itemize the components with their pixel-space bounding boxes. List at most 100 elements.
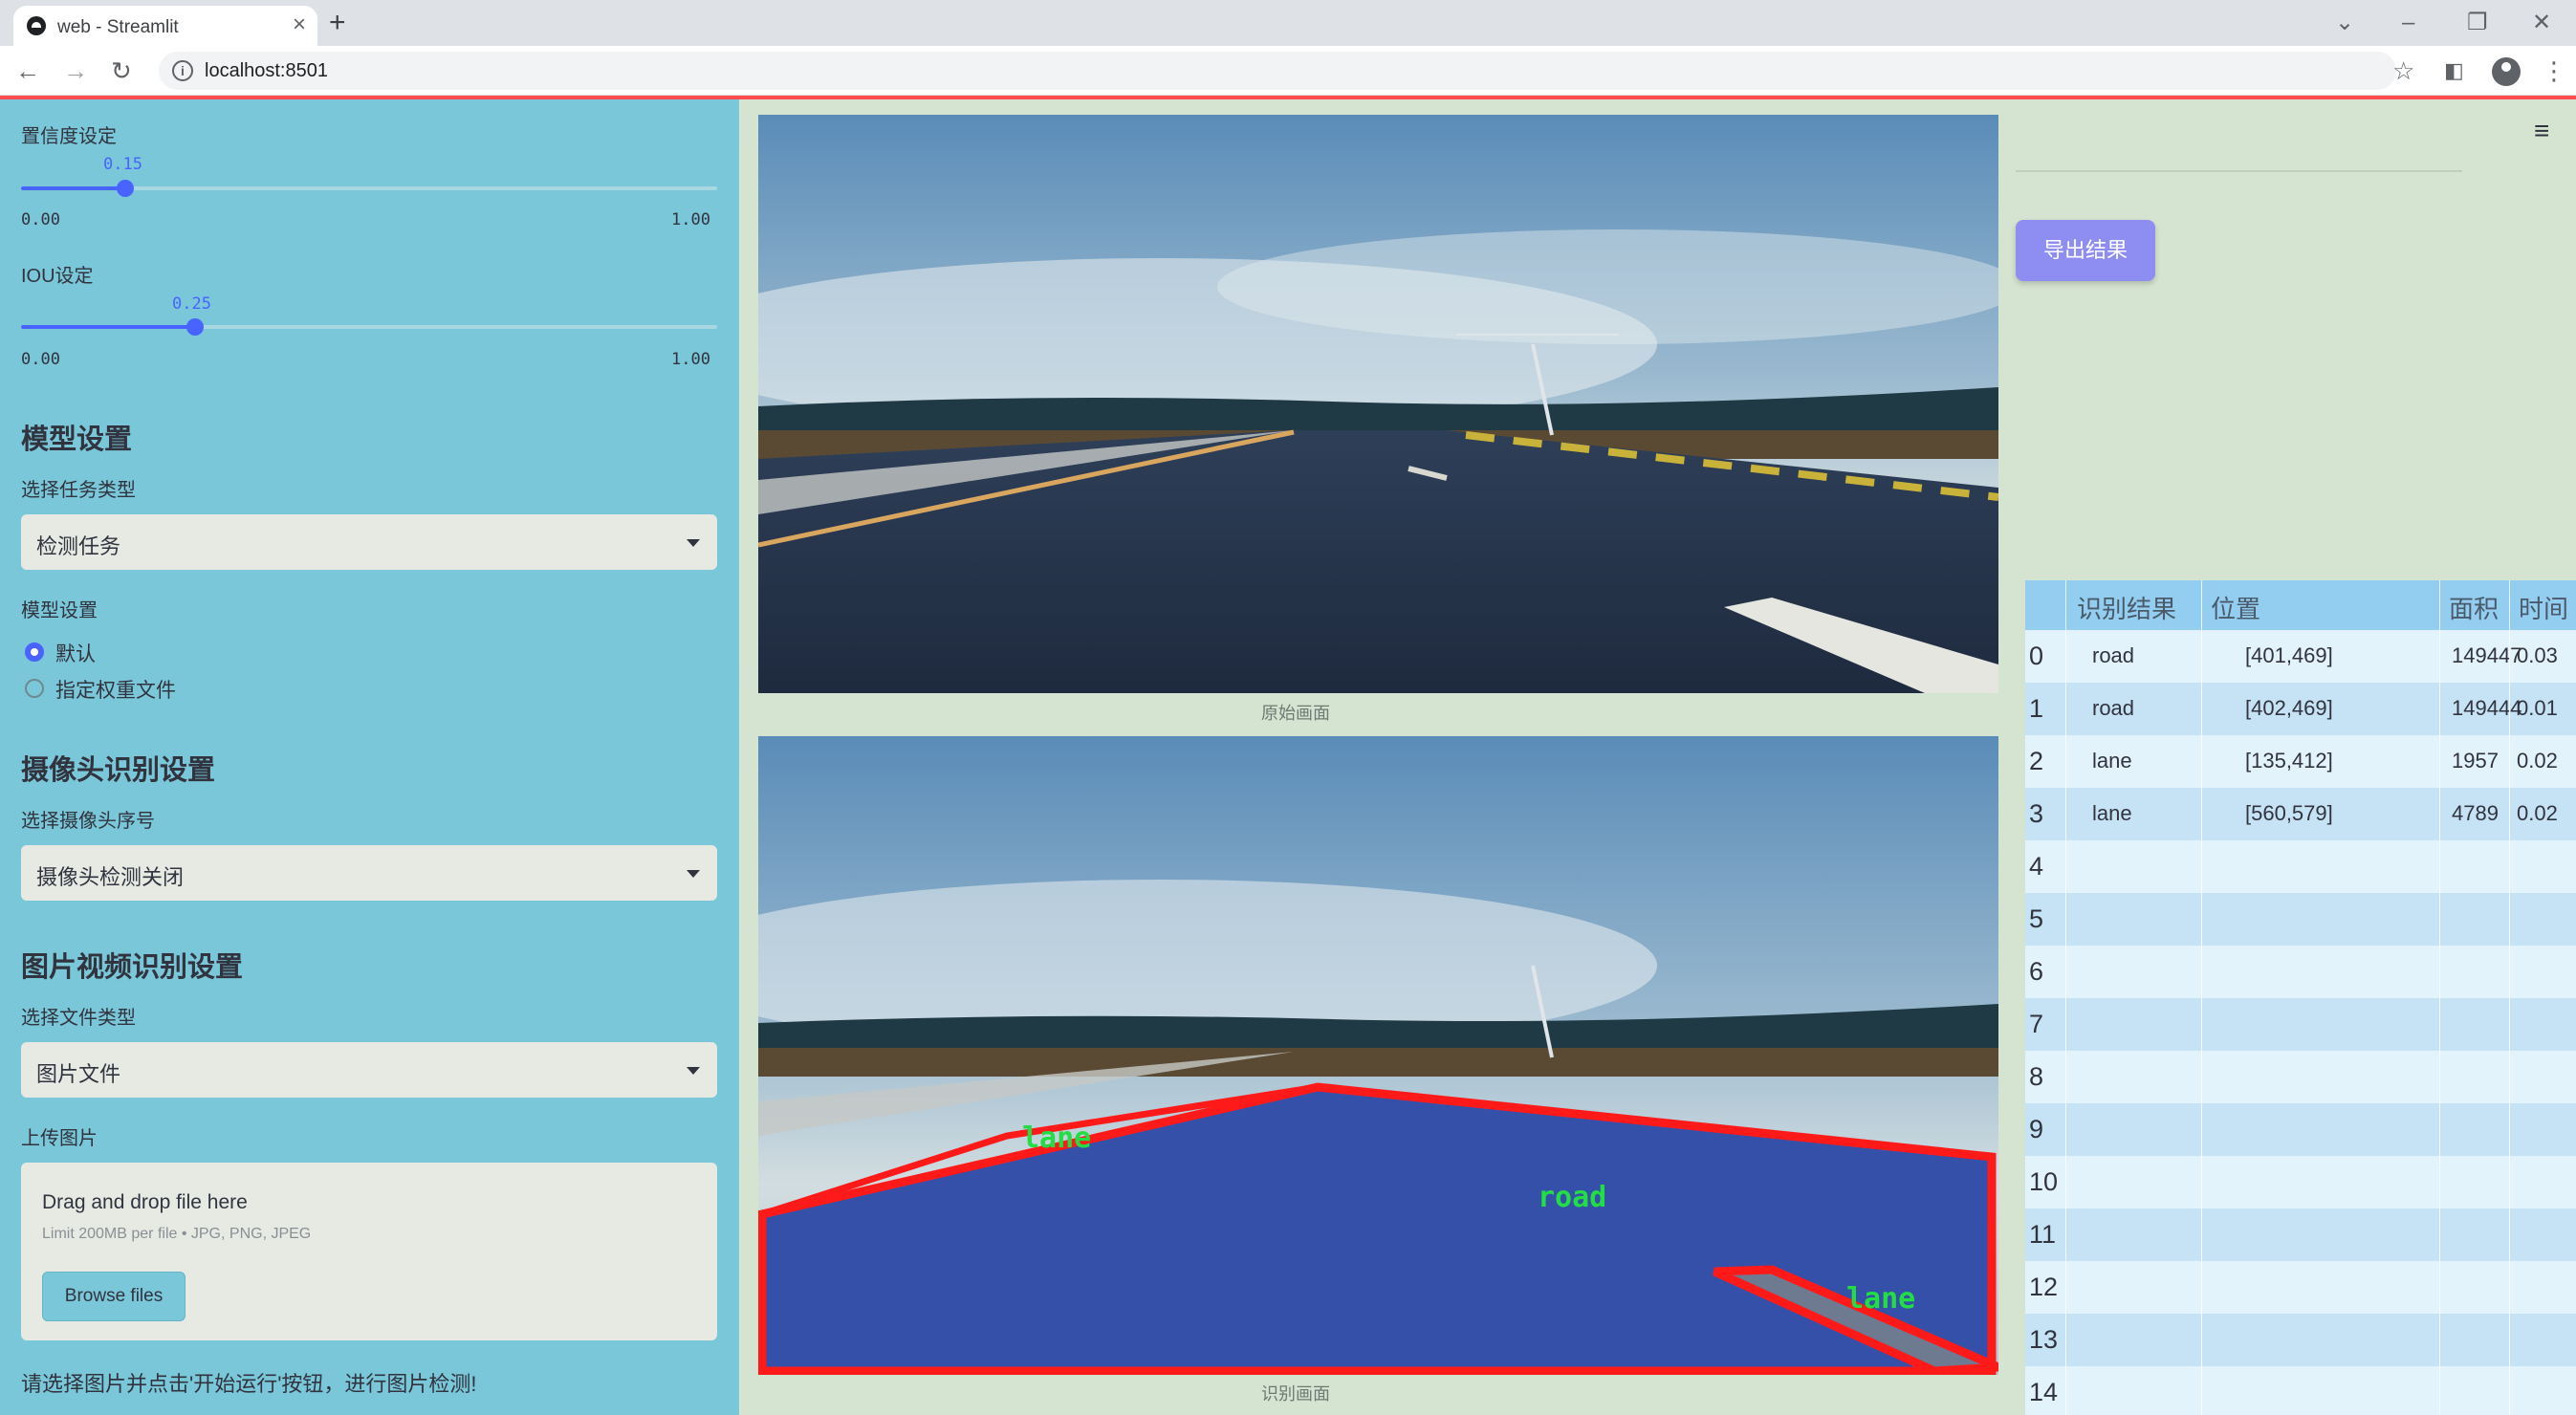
table-row[interactable]: 6 [2025,946,2576,998]
model-section-title: 模型设置 [21,424,133,455]
close-tab-icon[interactable]: × [293,11,306,38]
table-row[interactable]: 10 [2025,1156,2576,1208]
row-index: 10 [2029,1167,2059,1196]
detected-road-scene: lane road lane [758,736,1998,1375]
table-row[interactable]: 3 lane [560,579] 4789 0.02 [2025,788,2576,840]
column-divider [2065,580,2066,1415]
confidence-value: 0.15 [103,155,142,174]
table-row[interactable]: 8 [2025,1051,2576,1103]
table-row[interactable]: 2 lane [135,412] 1957 0.02 [2025,735,2576,788]
table-row[interactable]: 5 [2025,893,2576,946]
browser-tab[interactable]: web - Streamlit × [13,6,317,46]
hamburger-menu-icon[interactable]: ≡ [2534,117,2549,145]
divider [2016,170,2462,172]
browser-tab-bar: web - Streamlit × + ⌄ – ❐ ✕ [0,0,2576,46]
model-settings-label: 模型设置 [21,600,98,621]
row-index: 14 [2029,1378,2059,1406]
browser-toolbar: ← → ↻ i localhost:8501 ☆ ◧ ⋮ [0,46,2576,96]
camera-index-label: 选择摄像头序号 [21,811,155,832]
table-row[interactable]: 0 road [401,469] 149447 0.03 [2025,630,2576,683]
table-row[interactable]: 14 [2025,1366,2576,1415]
new-tab-icon[interactable]: + [329,6,346,40]
column-divider [2509,580,2510,1415]
cell-result: lane [2092,749,2132,773]
results-table[interactable]: 识别结果 位置 面积 时间 0 road [401,469] 149447 0.03 1 r… [2025,580,2576,1415]
confidence-slider-fill [21,186,126,190]
radio-default[interactable] [25,642,44,662]
cell-position: [401,469] [2245,643,2333,667]
row-index: 0 [2029,642,2044,670]
browse-files-button[interactable]: Browse files [42,1272,186,1321]
profile-avatar-icon[interactable] [2492,57,2521,86]
browser-menu-icon[interactable]: ⋮ [2542,54,2566,88]
file-dropzone[interactable]: Drag and drop file here Limit 200MB per … [21,1163,717,1340]
table-row[interactable]: 4 [2025,840,2576,893]
radio-custom-weights-label[interactable]: 指定权重文件 [55,675,176,704]
table-row[interactable]: 12 [2025,1261,2576,1314]
row-index: 12 [2029,1273,2059,1301]
iou-slider[interactable] [21,318,717,336]
bookmark-star-icon[interactable]: ☆ [2392,54,2414,88]
camera-index-select[interactable]: 摄像头检测关闭 [21,845,717,901]
detected-image-caption: 识别画面 [1261,1384,1330,1404]
detection-label-lane-2: lane [1846,1282,1915,1316]
sidebar: 置信度设定 0.15 0.00 1.00 IOU设定 0.25 0.00 1.0… [0,99,739,1415]
table-row[interactable]: 11 [2025,1208,2576,1261]
table-row[interactable]: 13 [2025,1314,2576,1366]
file-type-value: 图片文件 [36,1062,121,1086]
row-index: 7 [2029,1010,2044,1038]
upload-label: 上传图片 [21,1128,98,1149]
export-results-button[interactable]: 导出结果 [2016,220,2155,281]
tab-search-chevron-icon[interactable]: ⌄ [2335,6,2354,40]
table-row[interactable]: 1 road [402,469] 149444 0.01 [2025,683,2576,735]
radio-custom-weights[interactable] [25,679,44,698]
chevron-down-icon [687,1067,700,1075]
original-image-caption: 原始画面 [1261,704,1330,723]
forward-icon[interactable]: → [63,54,88,88]
address-bar[interactable]: i localhost:8501 [159,52,2396,90]
radio-default-label[interactable]: 默认 [55,639,96,667]
detection-label-lane-1: lane [1022,1121,1091,1155]
file-type-label: 选择文件类型 [21,1008,136,1029]
original-road-scene [758,115,1998,693]
side-panel-icon[interactable]: ◧ [2444,54,2464,88]
column-header-result[interactable]: 识别结果 [2077,590,2176,625]
table-header: 识别结果 位置 面积 时间 [2025,580,2576,630]
close-window-icon[interactable]: ✕ [2532,6,2551,40]
cell-result: road [2092,696,2135,720]
row-index: 13 [2029,1325,2059,1354]
row-index: 6 [2029,957,2044,986]
iou-value: 0.25 [172,294,211,314]
cell-result: road [2092,643,2135,667]
column-header-position[interactable]: 位置 [2211,590,2260,625]
confidence-slider[interactable] [21,180,717,197]
dropzone-limit: Limit 200MB per file • JPG, PNG, JPEG [42,1226,312,1242]
iou-slider-thumb[interactable] [186,318,204,336]
table-row[interactable]: 9 [2025,1103,2576,1156]
row-index: 11 [2029,1220,2057,1249]
table-row[interactable]: 7 [2025,998,2576,1051]
confidence-slider-thumb[interactable] [117,180,135,197]
row-index: 8 [2029,1062,2044,1091]
confidence-max: 1.00 [671,210,710,229]
file-type-select[interactable]: 图片文件 [21,1042,717,1098]
column-header-time[interactable]: 时间 [2519,590,2568,625]
cell-position: [560,579] [2245,801,2333,825]
camera-index-value: 摄像头检测关闭 [36,865,185,889]
media-section-title: 图片视频识别设置 [21,952,244,983]
cell-position: [135,412] [2245,749,2333,773]
restore-icon[interactable]: ❐ [2467,6,2488,40]
iou-slider-fill [21,325,195,329]
dropzone-title: Drag and drop file here [42,1191,248,1213]
row-index: 4 [2029,852,2044,881]
minimize-icon[interactable]: – [2402,6,2414,40]
reload-icon[interactable]: ↻ [111,54,132,88]
task-type-select[interactable]: 检测任务 [21,514,717,570]
site-info-icon[interactable]: i [172,60,193,81]
original-image [758,115,1998,693]
iou-label: IOU设定 [21,266,94,287]
cell-area: 149444 [2452,696,2522,720]
back-icon[interactable]: ← [15,54,40,88]
detected-image: lane road lane [758,736,1998,1375]
column-header-area[interactable]: 面积 [2449,590,2499,625]
